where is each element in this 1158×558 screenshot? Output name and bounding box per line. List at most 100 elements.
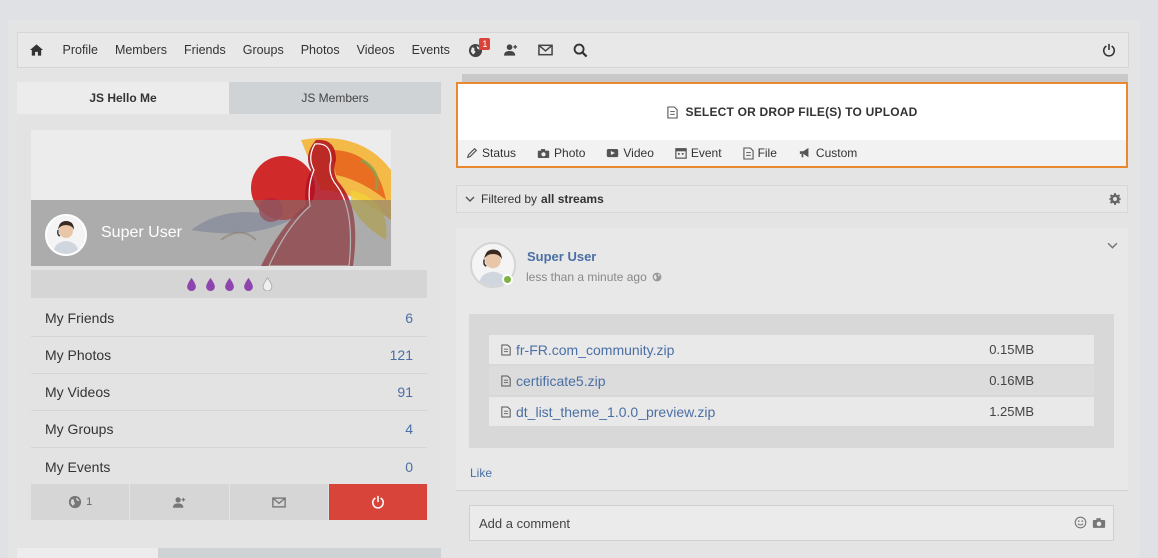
file-size: 0.15MB [989, 342, 1034, 357]
nav-link-videos[interactable]: Videos [348, 33, 403, 67]
camera-icon[interactable] [1092, 517, 1106, 529]
top-navigation: Profile Members Friends Groups Photos Vi… [17, 32, 1129, 68]
composer-tab-label: Custom [815, 146, 858, 160]
file-size: 0.16MB [989, 373, 1034, 388]
stream-composer: SELECT OR DROP FILE(S) TO UPLOAD Status … [456, 82, 1128, 168]
file-icon [501, 375, 511, 386]
stat-count: 6 [405, 310, 413, 326]
home-icon[interactable] [18, 33, 54, 67]
sidebar-notifications-button[interactable]: 1 [31, 484, 130, 520]
user-avatar[interactable] [45, 214, 87, 256]
stat-label: My Groups [45, 421, 114, 437]
composer-tab-file[interactable]: File [742, 146, 777, 160]
sidebar-tabs: JS Hello Me JS Members [17, 82, 441, 114]
chevron-down-icon [465, 196, 475, 202]
stat-row-videos[interactable]: My Videos 91 [31, 374, 427, 411]
rating-drop-icon [205, 277, 215, 291]
stat-count: 121 [389, 347, 413, 363]
sidebar-logout-button[interactable] [328, 484, 427, 520]
camera-icon [537, 148, 550, 158]
like-link[interactable]: Like [470, 466, 492, 480]
public-globe-icon [652, 272, 662, 282]
next-module-tabs [17, 548, 441, 558]
nav-link-profile[interactable]: Profile [54, 33, 106, 67]
stat-count: 4 [405, 421, 413, 437]
composer-tab-label: File [757, 146, 777, 160]
search-icon[interactable] [563, 33, 598, 67]
file-drop-zone[interactable]: SELECT OR DROP FILE(S) TO UPLOAD [458, 84, 1126, 140]
stat-row-groups[interactable]: My Groups 4 [31, 411, 427, 448]
next-module-tab-a[interactable] [17, 548, 158, 558]
stat-row-friends[interactable]: My Friends 6 [31, 300, 427, 337]
globe-notifications-icon[interactable]: 1 [458, 33, 493, 67]
file-name: fr-FR.com_community.zip [516, 341, 675, 358]
stat-label: My Videos [45, 384, 111, 400]
stat-label: My Friends [45, 310, 115, 326]
stat-row-photos[interactable]: My Photos 121 [31, 337, 427, 374]
post-author-name[interactable]: Super User [527, 249, 596, 264]
next-module-tab-b[interactable] [158, 548, 441, 558]
friend-request-icon [173, 496, 186, 508]
sidebar-messages-button[interactable] [229, 484, 328, 520]
nav-link-members[interactable]: Members [106, 33, 175, 67]
tab-members[interactable]: JS Members [229, 82, 441, 114]
user-stats-list: My Friends 6 My Photos 121 My Videos 91 … [31, 300, 427, 485]
rating-drop-icon [224, 277, 234, 291]
comment-input[interactable] [469, 505, 1114, 541]
file-name: dt_list_theme_1.0.0_preview.zip [516, 403, 716, 420]
nav-link-events[interactable]: Events [403, 33, 458, 67]
nav-link-groups[interactable]: Groups [234, 33, 292, 67]
friend-requests-icon[interactable] [493, 33, 528, 67]
stat-label: My Photos [45, 347, 112, 363]
profile-cover: Super User [31, 130, 391, 266]
pencil-icon [466, 147, 478, 159]
composer-tab-status[interactable]: Status [466, 146, 516, 160]
post-timestamp: less than a minute ago [526, 270, 662, 284]
stream-filter[interactable]: Filtered by all streams [456, 185, 1128, 213]
video-icon [607, 148, 619, 158]
comment-area [456, 490, 1128, 558]
attached-files: fr-FR.com_community.zip 0.15MB certifica… [469, 314, 1114, 448]
megaphone-icon [799, 147, 809, 158]
calendar-icon [675, 148, 687, 159]
file-icon [501, 344, 511, 355]
logout-power-icon[interactable] [1090, 33, 1128, 67]
composer-tab-label: Event [690, 146, 722, 160]
stat-row-events[interactable]: My Events 0 [31, 448, 427, 485]
sidebar-friend-requests-button[interactable] [130, 484, 229, 520]
sidebar-notification-count: 1 [86, 496, 93, 508]
rating-drop-icon [243, 277, 253, 291]
file-icon [501, 406, 511, 417]
cover-user-name[interactable]: Super User [101, 224, 182, 242]
composer-tab-label: Video [623, 146, 654, 160]
user-rating [31, 270, 427, 298]
composer-tab-custom[interactable]: Custom [798, 146, 857, 160]
composer-tab-event[interactable]: Event [675, 146, 722, 160]
file-row[interactable]: dt_list_theme_1.0.0_preview.zip 1.25MB [489, 397, 1094, 426]
stat-count: 91 [397, 384, 413, 400]
activity-post: Super User less than a minute ago fr-FR.… [456, 228, 1128, 558]
sidebar-action-bar: 1 [31, 484, 427, 520]
messages-icon[interactable] [528, 33, 563, 67]
nav-link-photos[interactable]: Photos [292, 33, 348, 67]
envelope-icon [271, 496, 286, 508]
file-row[interactable]: fr-FR.com_community.zip 0.15MB [489, 335, 1094, 364]
emoji-icon[interactable] [1074, 516, 1087, 529]
tab-hello-me[interactable]: JS Hello Me [17, 82, 229, 114]
composer-tab-video[interactable]: Video [606, 146, 654, 160]
gear-icon[interactable] [1109, 193, 1121, 205]
globe-icon [68, 495, 82, 509]
file-size: 1.25MB [989, 404, 1034, 419]
composer-tab-photo[interactable]: Photo [537, 146, 585, 160]
post-options-chevron-icon[interactable] [1107, 242, 1118, 250]
file-icon [666, 105, 678, 119]
notification-badge: 1 [479, 38, 491, 50]
composer-tab-label: Photo [554, 146, 586, 160]
file-row[interactable]: certificate5.zip 0.16MB [489, 366, 1094, 395]
power-icon [371, 495, 384, 509]
filter-value: all streams [541, 192, 604, 206]
upload-label: SELECT OR DROP FILE(S) TO UPLOAD [685, 105, 918, 119]
stat-count: 0 [405, 458, 413, 475]
rating-drop-empty-icon [262, 277, 272, 291]
nav-link-friends[interactable]: Friends [176, 33, 235, 67]
